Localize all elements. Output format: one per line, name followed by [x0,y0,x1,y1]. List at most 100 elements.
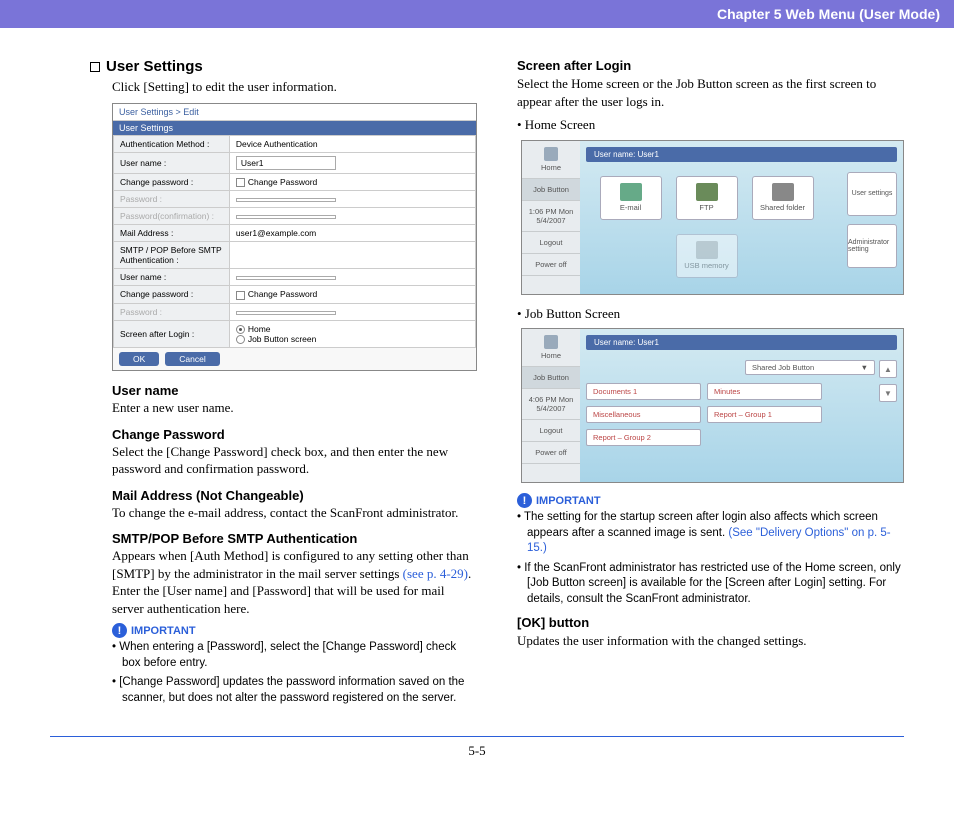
note-item: [Change Password] updates the password i… [112,675,477,706]
ss-sidebar: Home Job Button 4:06 PM Mon 5/4/2007 Log… [522,329,580,482]
mail-address-heading: Mail Address (Not Changeable) [112,488,477,503]
smtp-desc: Appears when [Auth Method] is configured… [112,547,477,617]
password-confirm-input[interactable] [236,215,336,219]
user-settings-figure: User Settings > Edit User Settings Authe… [112,103,477,371]
smtp-username-label: User name : [114,269,230,286]
change-password-desc: Select the [Change Password] check box, … [112,443,477,478]
change-password2-checkbox[interactable] [236,291,245,300]
change-password-cb-label: Change Password [248,177,317,187]
job-button[interactable]: Minutes [707,383,822,400]
mail-address-label: Mail Address : [114,225,230,242]
important-callout: ! IMPORTANT [112,623,477,638]
page-number: 5-5 [468,743,485,758]
ss-sidebar-home[interactable]: Home [522,141,580,179]
tile-usb-memory: USB memory [676,234,738,278]
scroll-down-button[interactable]: ▼ [879,384,897,402]
smtp-link[interactable]: (see p. 4-29) [403,566,468,581]
smtp-heading: SMTP/POP Before SMTP Authentication [112,531,477,546]
password-confirm-label: Password(confirmation) : [114,208,230,225]
username-heading: User name [112,383,477,398]
ok-button-heading: [OK] button [517,615,904,630]
chevron-down-icon: ▼ [861,363,868,372]
important-label: IMPORTANT [536,495,601,507]
ok-button-desc: Updates the user information with the ch… [517,632,904,650]
ss-sidebar-home[interactable]: Home [522,329,580,367]
job-button[interactable]: Miscellaneous [586,406,701,423]
auth-method-value: Device Authentication [229,136,475,153]
ss-user-bar: User name: User1 [586,335,897,350]
job-button[interactable]: Report – Group 2 [586,429,701,446]
password2-input[interactable] [236,311,336,315]
tile-user-settings[interactable]: User settings [847,172,897,216]
section-box-icon [90,62,100,72]
ftp-icon [696,183,718,201]
auth-method-label: Authentication Method : [114,136,230,153]
note-item: If the ScanFront administrator has restr… [517,561,904,608]
job-button[interactable]: Documents 1 [586,383,701,400]
section-title: User Settings [106,58,203,75]
password-label: Password : [114,191,230,208]
job-button-screen-bullet: • Job Button Screen [517,305,904,323]
change-password-label: Change password : [114,174,230,191]
radio-home-label: Home [248,324,271,334]
ss-sidebar-job-button[interactable]: Job Button [522,367,580,389]
important-label: IMPORTANT [131,625,196,637]
email-icon [620,183,642,201]
cancel-button[interactable]: Cancel [165,352,219,366]
username-desc: Enter a new user name. [112,399,477,417]
figure-breadcrumb: User Settings > Edit [113,104,476,121]
ss-sidebar: Home Job Button 1:06 PM Mon 5/4/2007 Log… [522,141,580,294]
radio-home[interactable] [236,325,245,334]
ss-sidebar-logout[interactable]: Logout [522,420,580,442]
page-footer: 5-5 [50,736,904,775]
job-dropdown[interactable]: Shared Job Button▼ [745,360,875,375]
radio-job-button[interactable] [236,335,245,344]
password-input[interactable] [236,198,336,202]
change-password2-label: Change password : [114,286,230,303]
job-button-screen-figure: Home Job Button 4:06 PM Mon 5/4/2007 Log… [521,328,904,483]
note-item: When entering a [Password], select the [… [112,640,477,671]
folder-icon [772,183,794,201]
important-notes-right: The setting for the startup screen after… [517,510,904,607]
important-notes-left: When entering a [Password], select the [… [112,640,477,706]
scroll-up-button[interactable]: ▲ [879,360,897,378]
password2-label: Password : [114,303,230,320]
important-icon: ! [517,493,532,508]
smtp-auth-label: SMTP / POP Before SMTP Authentication : [114,242,230,269]
change-password-heading: Change Password [112,427,477,442]
usb-icon [696,241,718,259]
username-input[interactable]: User1 [236,156,336,170]
screen-after-login-label: Screen after Login : [114,320,230,348]
ss-sidebar-poweroff[interactable]: Power off [522,254,580,276]
screen-after-login-heading: Screen after Login [517,58,904,73]
screen-after-login-desc: Select the Home screen or the Job Button… [517,75,904,110]
home-icon [544,335,558,349]
tile-email[interactable]: E-mail [600,176,662,220]
right-column: Screen after Login Select the Home scree… [517,58,904,710]
mail-address-desc: To change the e-mail address, contact th… [112,504,477,522]
home-screen-bullet: • Home Screen [517,116,904,134]
chapter-header: Chapter 5 Web Menu (User Mode) [0,0,954,28]
ok-button[interactable]: OK [119,352,159,366]
tile-admin-setting[interactable]: Administrator setting [847,224,897,268]
change-password2-cb-label: Change Password [248,289,317,299]
tile-shared-folder[interactable]: Shared folder [752,176,814,220]
ss-sidebar-time: 4:06 PM Mon 5/4/2007 [522,389,580,420]
page-body: User Settings Click [Setting] to edit th… [0,28,954,730]
mail-address-value: user1@example.com [229,225,475,242]
ss-sidebar-poweroff[interactable]: Power off [522,442,580,464]
important-icon: ! [112,623,127,638]
tile-ftp[interactable]: FTP [676,176,738,220]
section-intro: Click [Setting] to edit the user informa… [112,79,477,95]
figure-title-bar: User Settings [113,121,476,135]
ss-sidebar-logout[interactable]: Logout [522,232,580,254]
important-callout: ! IMPORTANT [517,493,904,508]
user-settings-table: Authentication Method :Device Authentica… [113,135,476,348]
job-button[interactable]: Report – Group 1 [707,406,822,423]
home-icon [544,147,558,161]
change-password-checkbox[interactable] [236,178,245,187]
smtp-username-input[interactable] [236,276,336,280]
ss-sidebar-job-button[interactable]: Job Button [522,179,580,201]
section-heading: User Settings [90,58,477,75]
radio-job-button-label: Job Button screen [248,334,317,344]
